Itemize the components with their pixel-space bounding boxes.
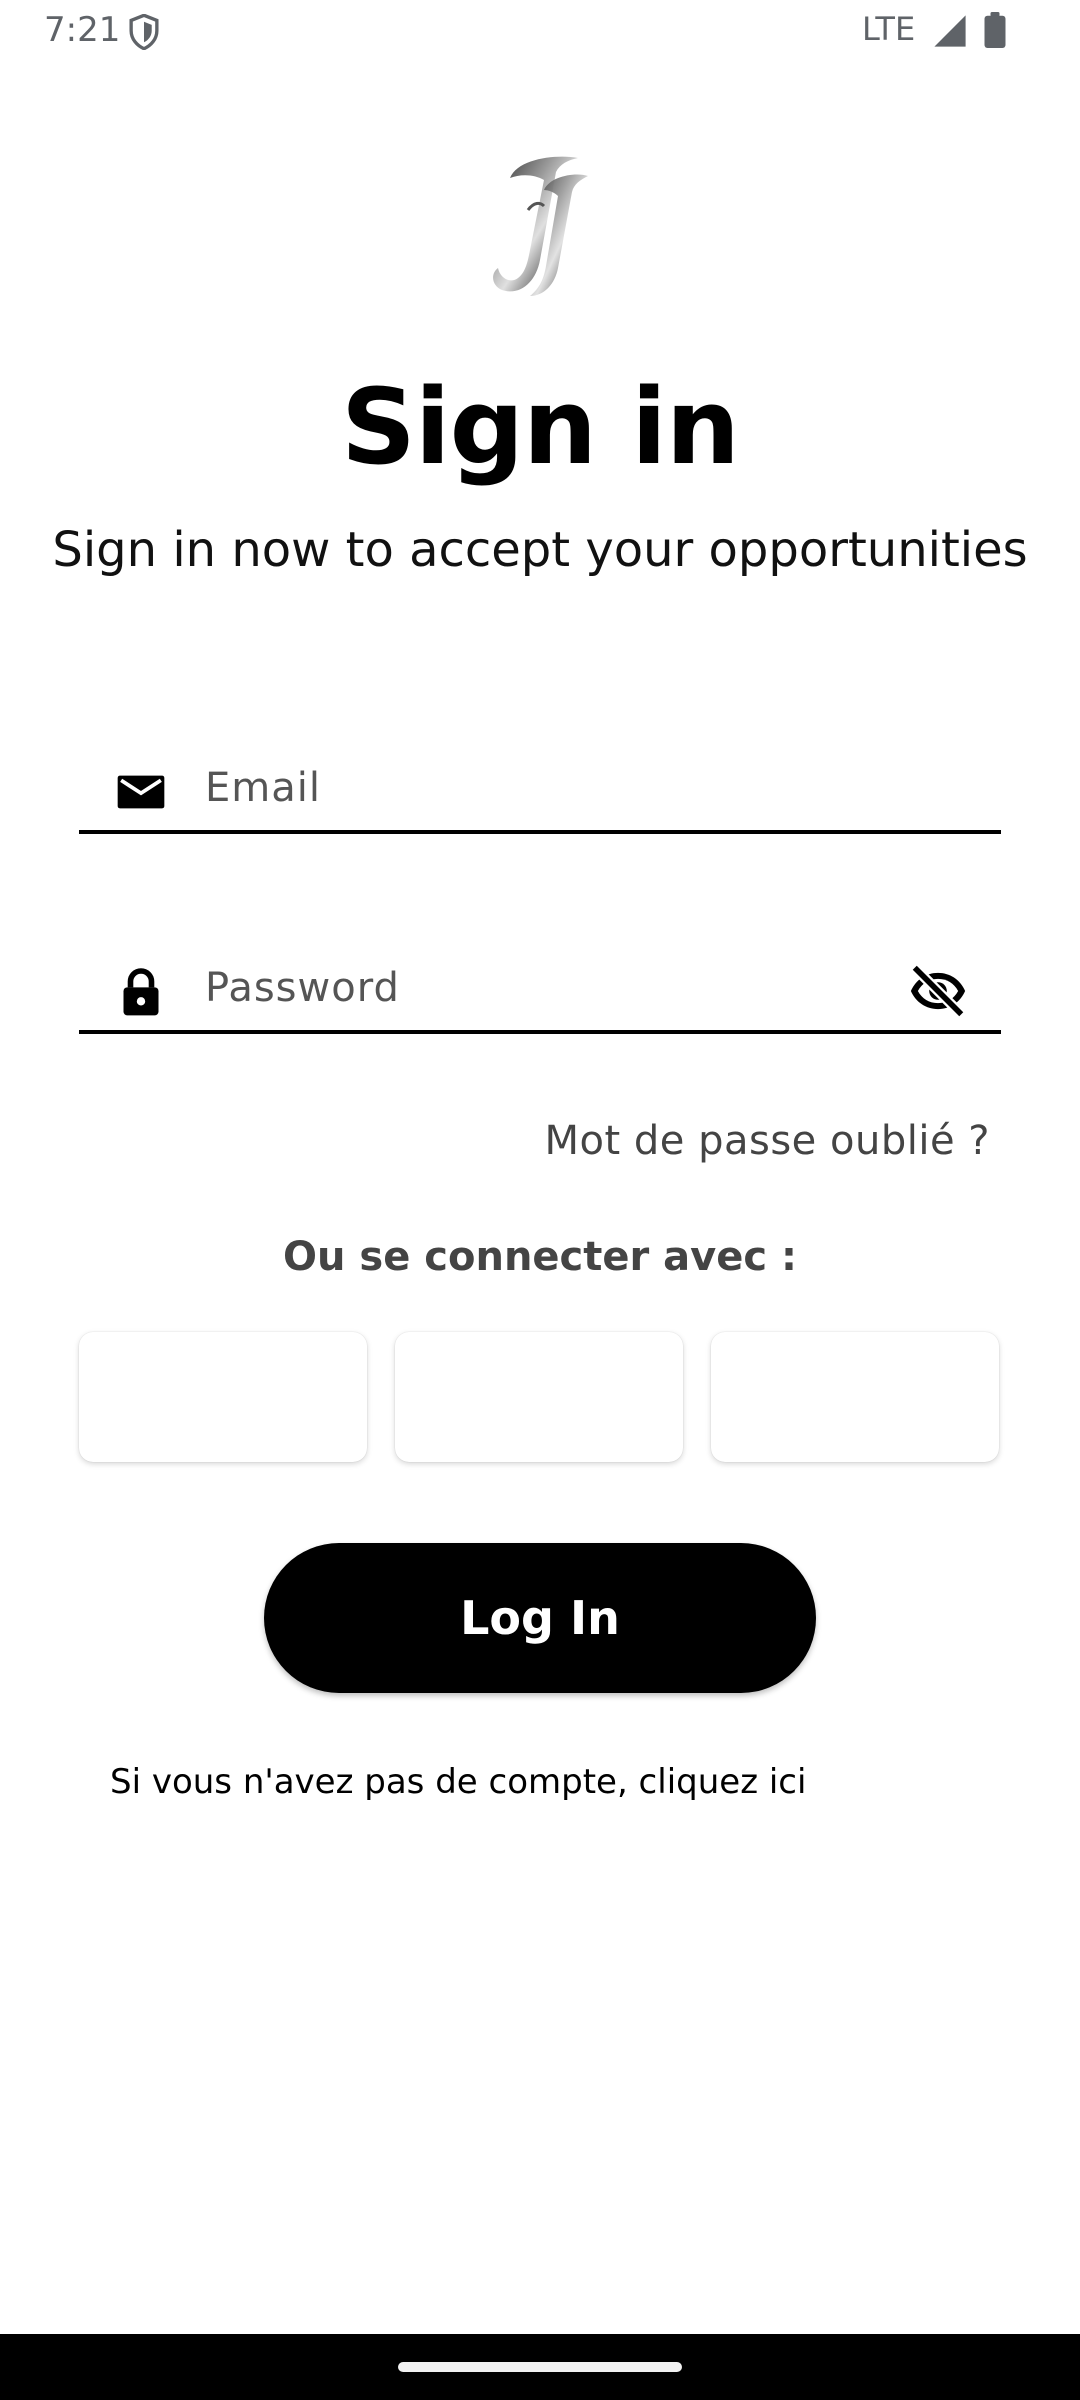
signal-icon xyxy=(934,15,966,47)
social-login-button-2[interactable] xyxy=(395,1332,683,1462)
social-login-button-3[interactable] xyxy=(711,1332,999,1462)
page-subtitle: Sign in now to accept your opportunities xyxy=(52,522,1028,578)
signup-link[interactable]: Si vous n'avez pas de compte, cliquez ic… xyxy=(110,1762,806,1802)
navigation-bar xyxy=(0,2334,1080,2400)
page-title: Sign in xyxy=(341,366,740,488)
password-input[interactable] xyxy=(205,946,845,1030)
shield-icon xyxy=(129,14,159,50)
eye-off-icon[interactable] xyxy=(907,960,969,1022)
lock-icon xyxy=(123,968,159,1016)
social-login-heading: Ou se connecter avec : xyxy=(283,1234,797,1280)
password-field[interactable] xyxy=(79,946,1001,1034)
jj-monogram-logo xyxy=(493,156,588,296)
email-field[interactable] xyxy=(79,746,1001,834)
email-input[interactable] xyxy=(205,746,845,830)
login-button[interactable]: Log In xyxy=(264,1543,816,1693)
mail-icon xyxy=(117,775,165,809)
status-time: 7:21 xyxy=(44,10,121,50)
forgot-password-link[interactable]: Mot de passe oublié ? xyxy=(545,1118,991,1164)
social-login-button-1[interactable] xyxy=(79,1332,367,1462)
status-bar: 7:21 LTE xyxy=(0,0,1080,62)
network-type: LTE xyxy=(862,10,916,48)
battery-icon xyxy=(984,12,1006,48)
home-indicator[interactable] xyxy=(398,2362,682,2372)
